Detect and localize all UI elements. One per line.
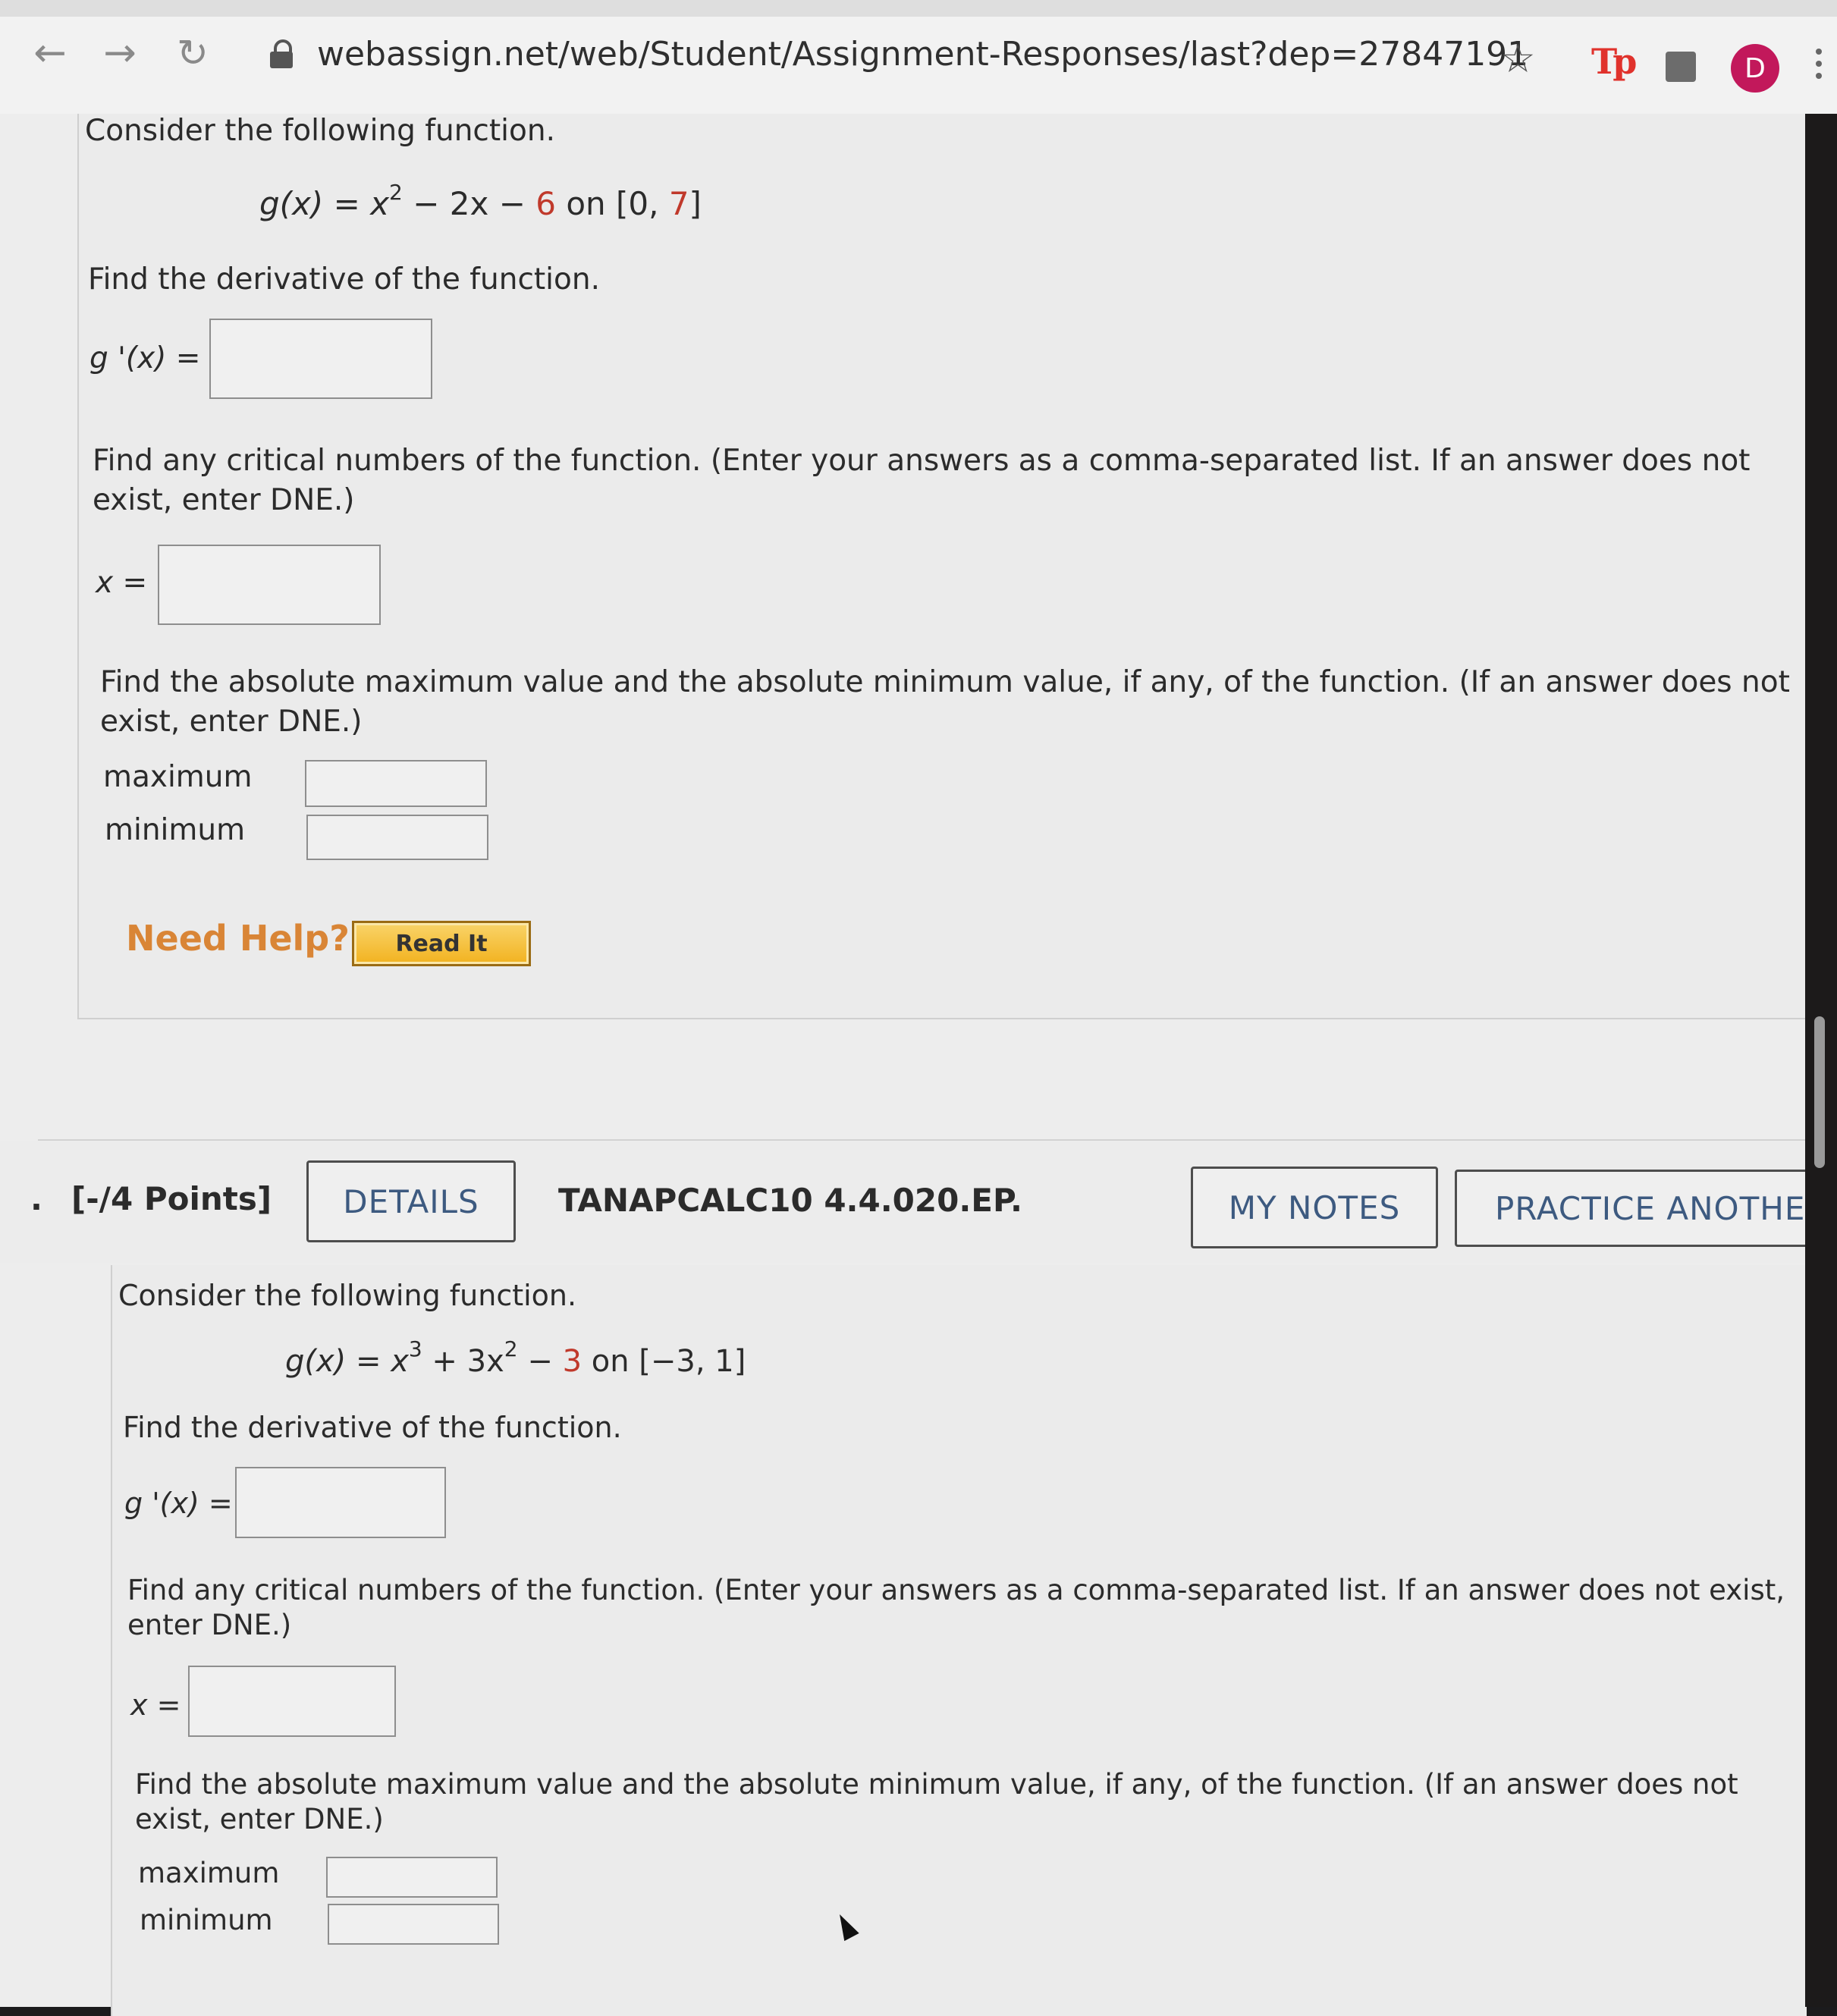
q1-critical-prompt: Find any critical numbers of the functio… <box>93 444 1751 517</box>
details-button[interactable]: DETAILS <box>306 1160 516 1242</box>
q2-maximum-input[interactable] <box>326 1857 498 1898</box>
q2-problem-code: TANAPCALC10 4.4.020.EP. <box>558 1182 1023 1219</box>
reload-icon[interactable]: ↻ <box>170 30 215 76</box>
browser-toolbar: ← → ↻ webassign.net/web/Student/Assignme… <box>0 0 1837 115</box>
profile-avatar[interactable]: D <box>1731 44 1779 93</box>
tab-strip <box>0 0 1837 17</box>
q2-function: g(x) = x3 + 3x2 − 3 on [−3, 1] <box>285 1336 746 1380</box>
q1-function: g(x) = x2 − 2x − 6 on [0, 7] <box>259 180 702 223</box>
q1-intro: Consider the following function. <box>85 114 555 148</box>
q1-maximum-input[interactable] <box>305 760 487 807</box>
q2-number: . <box>30 1180 42 1217</box>
address-bar[interactable]: webassign.net/web/Student/Assignment-Res… <box>317 35 1528 74</box>
q1-derivative-label: g '(x) = <box>89 341 201 375</box>
question-separator <box>38 1139 1805 1141</box>
q2-derivative-prompt: Find the derivative of the function. <box>123 1411 622 1444</box>
q2-critical-label: x = <box>130 1688 181 1722</box>
q2-extrema-prompt: Find the absolute maximum value and the … <box>135 1768 1738 1835</box>
q1-extrema-prompt: Find the absolute maximum value and the … <box>100 665 1790 739</box>
q2-critical-input[interactable] <box>188 1666 396 1737</box>
q2-points: [-/4 Points] <box>71 1180 272 1217</box>
q1-maximum-label: maximum <box>103 760 253 794</box>
my-notes-button[interactable]: MY NOTES <box>1191 1167 1438 1248</box>
arrow-right-icon[interactable]: → <box>97 30 143 76</box>
q1-derivative-input[interactable] <box>209 319 432 399</box>
practice-another-button[interactable]: PRACTICE ANOTHER <box>1455 1170 1811 1247</box>
q2-derivative-label: g '(x) = <box>124 1487 233 1520</box>
q1-minimum-label: minimum <box>105 813 246 847</box>
bookmark-star-icon[interactable]: ☆ <box>1500 36 1536 82</box>
extensions-puzzle-icon[interactable] <box>1666 52 1696 82</box>
menu-kebab-icon[interactable] <box>1816 49 1823 85</box>
q1-critical-input[interactable] <box>158 545 381 625</box>
q2-minimum-input[interactable] <box>328 1904 499 1945</box>
lock-icon[interactable] <box>270 39 293 68</box>
q1-critical-label: x = <box>96 566 148 600</box>
q2-maximum-label: maximum <box>138 1857 280 1889</box>
q1-need-help-label: Need Help? <box>126 918 350 959</box>
q2-derivative-input[interactable] <box>235 1467 446 1538</box>
q2-minimum-label: minimum <box>140 1904 273 1936</box>
page-content: Consider the following function. g(x) = … <box>0 114 1816 2016</box>
q1-minimum-input[interactable] <box>306 815 488 860</box>
arrow-left-icon[interactable]: ← <box>27 30 73 76</box>
q1-derivative-prompt: Find the derivative of the function. <box>88 262 600 297</box>
q2-critical-prompt: Find any critical numbers of the functio… <box>127 1574 1785 1641</box>
extension-tp-icon[interactable]: Tp <box>1591 41 1637 82</box>
q1-read-it-button[interactable]: Read It <box>352 921 531 966</box>
q2-intro: Consider the following function. <box>118 1279 577 1312</box>
scrollbar-thumb[interactable] <box>1814 1016 1825 1168</box>
